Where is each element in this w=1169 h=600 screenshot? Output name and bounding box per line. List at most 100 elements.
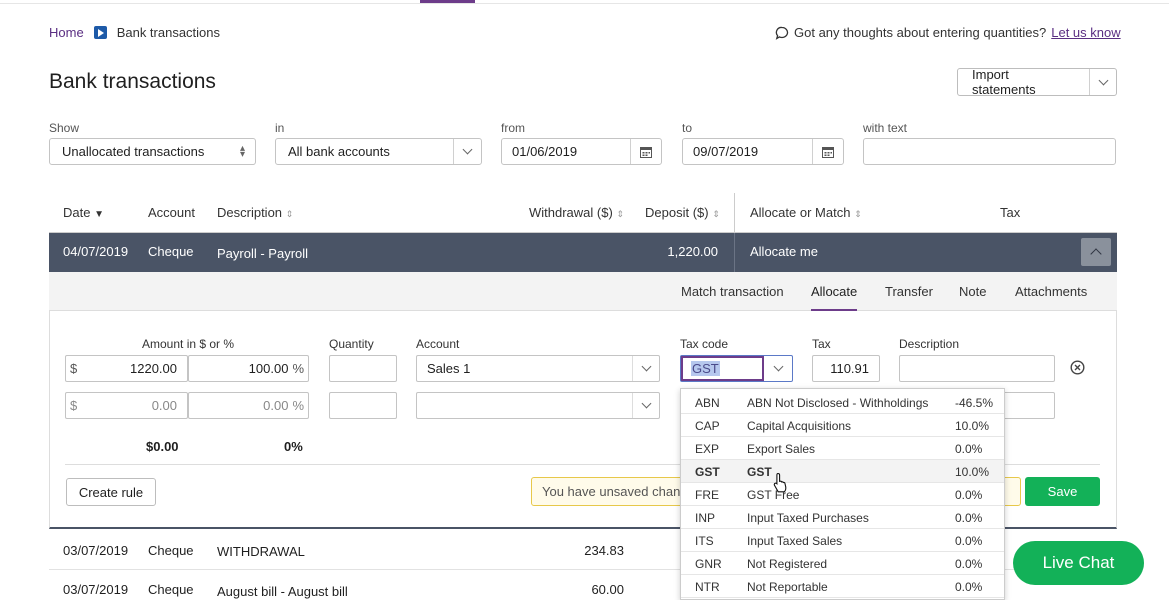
sort-icon: ⇕ (616, 209, 624, 219)
total-amount: $0.00 (146, 439, 179, 454)
amount-input[interactable]: $ 0.00 (65, 392, 188, 419)
tax-option-code: GST (695, 465, 720, 479)
from-date-value: 01/06/2019 (512, 144, 578, 159)
tax-option-name: GST (747, 465, 772, 479)
quantity-input[interactable] (329, 355, 397, 382)
tax-option-gnr[interactable]: GNR Not Registered 0.0% (681, 552, 1004, 575)
page-title: Bank transactions (49, 70, 216, 93)
bank-account-dropdown-toggle[interactable] (453, 139, 481, 164)
remove-line-icon[interactable] (1070, 360, 1085, 375)
date-column-header[interactable]: Date ▼ (63, 205, 104, 220)
tab-allocate[interactable]: Allocate (811, 284, 858, 311)
tax-option-fre[interactable]: FRE GST Free 0.0% (681, 483, 1004, 506)
row-withdrawal: 234.83 (584, 543, 624, 558)
let-us-know-link[interactable]: Let us know (1051, 25, 1120, 40)
feedback-text: Got any thoughts about entering quantiti… (794, 25, 1047, 40)
column-divider (734, 193, 735, 233)
tax-option-code: GNR (695, 557, 722, 571)
breadcrumb-home-link[interactable]: Home (49, 25, 84, 40)
row-deposit: 1,220.00 (667, 244, 718, 259)
tax-option-rate: 0.0% (955, 511, 983, 525)
row-description: Payroll - Payroll (217, 246, 309, 261)
chevron-down-icon (641, 398, 651, 409)
tax-code-dropdown: ABN ABN Not Disclosed - Withholdings -46.5… (680, 388, 1005, 600)
tax-option-name: Export Sales (747, 442, 816, 456)
tax-option-gst[interactable]: GST GST 10.0% (681, 460, 1004, 483)
with-text-input[interactable] (863, 138, 1116, 165)
calendar-icon[interactable] (812, 139, 843, 164)
quantity-input[interactable] (329, 392, 397, 419)
row-date: 03/07/2019 (63, 582, 129, 597)
import-dropdown-toggle[interactable] (1090, 69, 1116, 95)
tax-code-value: GST (691, 361, 720, 376)
tax-option-abn[interactable]: ABN ABN Not Disclosed - Withholdings -46.5… (681, 391, 1004, 414)
description-column-header[interactable]: Description ⇕ (217, 205, 293, 220)
tax-label: Tax (812, 337, 831, 351)
create-rule-button[interactable]: Create rule (66, 478, 156, 506)
tax-amount-input[interactable]: 110.91 (812, 355, 880, 382)
tax-code-label: Tax code (680, 337, 729, 351)
percent-input[interactable]: 0.00 % (188, 392, 309, 419)
tax-option-exp[interactable]: EXP Export Sales 0.0% (681, 437, 1004, 460)
tax-option-rate: 10.0% (955, 465, 990, 479)
chevron-up-icon (1090, 248, 1102, 260)
from-date-field[interactable]: 01/06/2019 (501, 138, 662, 165)
transaction-subtabs: Match transaction Allocate Transfer Note… (49, 272, 1117, 311)
account-select[interactable]: Sales 1 (416, 355, 660, 382)
selected-transaction-row[interactable]: 04/07/2019 Cheque Payroll - Payroll 1,22… (49, 233, 1117, 272)
tax-option-cap[interactable]: CAP Capital Acquisitions 10.0% (681, 414, 1004, 437)
active-nav-indicator (420, 0, 475, 3)
percent-input[interactable]: 100.00 % (188, 355, 309, 382)
withdrawal-column-header[interactable]: Withdrawal ($) ⇕ (529, 205, 624, 220)
tax-code-select[interactable]: GST (680, 355, 793, 382)
to-label: to (682, 121, 693, 135)
amount-input[interactable]: $ 1220.00 (65, 355, 188, 382)
tax-option-rate: 10.0% (955, 419, 990, 433)
account-select[interactable] (416, 392, 660, 419)
live-chat-button[interactable]: Live Chat (1013, 541, 1144, 585)
tax-option-code: CAP (695, 419, 720, 433)
tax-option-rate: 0.0% (955, 442, 983, 456)
tab-note[interactable]: Note (959, 284, 986, 299)
row-date: 03/07/2019 (63, 543, 129, 558)
row-account: Cheque (148, 244, 194, 259)
breadcrumb-separator-icon (93, 26, 107, 39)
percent-symbol: % (292, 398, 304, 413)
allocate-me-link[interactable]: Allocate me (750, 244, 818, 259)
tax-option-name: Input Taxed Purchases (747, 511, 869, 525)
row-account: Cheque (148, 582, 194, 597)
up-down-icon: ▴ ▾ (239, 142, 245, 160)
show-value: Unallocated transactions (62, 144, 205, 159)
tax-option-its[interactable]: ITS Input Taxed Sales 0.0% (681, 529, 1004, 552)
deposit-column-header[interactable]: Deposit ($) ⇕ (645, 205, 720, 220)
calendar-icon[interactable] (630, 139, 661, 164)
line-description-input[interactable] (1000, 392, 1055, 419)
sort-icon: ⇕ (712, 209, 720, 219)
to-date-field[interactable]: 09/07/2019 (682, 138, 844, 165)
show-select[interactable]: Unallocated transactions ▴ ▾ (49, 138, 256, 165)
account-dropdown-toggle[interactable] (632, 356, 659, 381)
import-statements-button[interactable]: Import statements (957, 67, 1117, 97)
tax-code-input[interactable]: GST (681, 356, 764, 381)
tab-transfer[interactable]: Transfer (885, 284, 933, 299)
tax-code-dropdown-toggle[interactable] (764, 356, 792, 381)
amount-value: 1220.00 (130, 361, 177, 376)
tax-option-rate: 0.0% (955, 557, 983, 571)
line-description-input[interactable] (899, 355, 1055, 382)
collapse-row-button[interactable] (1081, 238, 1111, 266)
account-value: Sales 1 (427, 361, 471, 376)
tab-attachments[interactable]: Attachments (1015, 284, 1087, 299)
tax-option-inp[interactable]: INP Input Taxed Purchases 0.0% (681, 506, 1004, 529)
allocate-column-header[interactable]: Allocate or Match ⇕ (750, 205, 862, 220)
bank-account-select[interactable]: All bank accounts (275, 138, 482, 165)
row-account: Cheque (148, 543, 194, 558)
tax-option-ntr[interactable]: NTR Not Reportable 0.0% (681, 575, 1004, 598)
deposit-header-label: Deposit ($) (645, 205, 709, 220)
tab-match-transaction[interactable]: Match transaction (681, 284, 784, 299)
percent-value: 100.00 (248, 361, 289, 376)
amount-value: 0.00 (151, 398, 177, 413)
breadcrumb: Home Bank transactions (49, 25, 220, 40)
save-button[interactable]: Save (1025, 477, 1100, 506)
tax-option-rate: 0.0% (955, 534, 983, 548)
account-dropdown-toggle[interactable] (632, 393, 659, 418)
